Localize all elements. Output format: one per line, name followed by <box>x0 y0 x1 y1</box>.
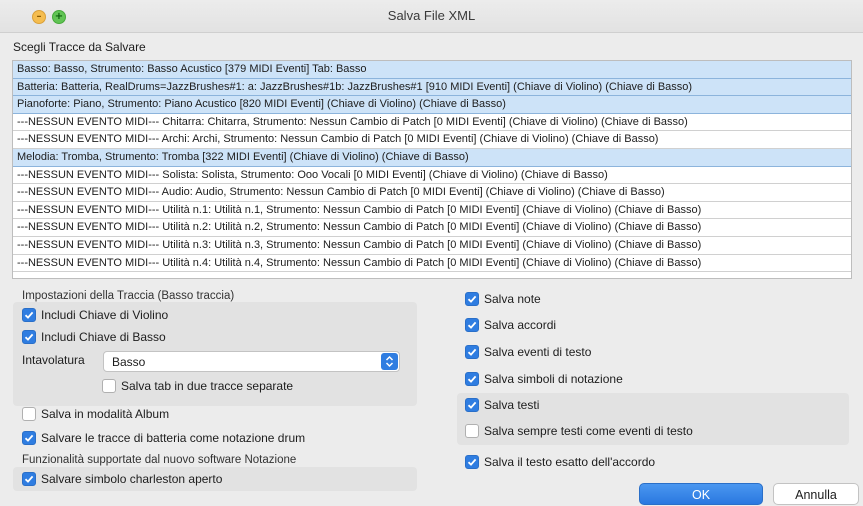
checkbox-checked-icon <box>465 318 479 332</box>
open-hihat-checkbox[interactable]: Salvare simbolo charleston aperto <box>22 470 222 488</box>
track-row[interactable]: ---NESSUN EVENTO MIDI--- Audio: Audio, S… <box>13 184 851 202</box>
open-hihat-label: Salvare simbolo charleston aperto <box>41 472 223 486</box>
save-text-events-label: Salva eventi di testo <box>484 345 592 359</box>
track-row[interactable]: Basso: Basso, Strumento: Basso Acustico … <box>13 61 851 79</box>
album-mode-label: Salva in modalità Album <box>41 407 170 421</box>
tracks-label: Scegli Tracce da Salvare <box>13 40 146 54</box>
tablature-select[interactable]: Basso <box>103 351 400 372</box>
save-notation-symbols-label: Salva simboli di notazione <box>484 372 623 386</box>
checkbox-unchecked-icon <box>465 424 479 438</box>
track-row[interactable]: Batteria: Batteria, RealDrums=JazzBrushe… <box>13 78 851 97</box>
checkbox-checked-icon <box>22 472 36 486</box>
notation-features-label: Funzionalità supportate dal nuovo softwa… <box>22 454 297 466</box>
tab-separate-label: Salva tab in due tracce separate <box>121 379 294 393</box>
checkbox-checked-icon <box>465 372 479 386</box>
checkbox-checked-icon <box>22 431 36 445</box>
track-row[interactable]: ---NESSUN EVENTO MIDI--- Utilità n.3: Ut… <box>13 237 851 255</box>
ok-button[interactable]: OK <box>639 483 763 505</box>
checkbox-unchecked-icon <box>102 379 116 393</box>
include-treble-label: Includi Chiave di Violino <box>41 308 169 322</box>
save-xml-dialog: – + Salva File XML Scegli Tracce da Salv… <box>0 0 863 505</box>
include-bass-checkbox[interactable]: Includi Chiave di Basso <box>22 328 166 346</box>
checkbox-checked-icon <box>465 292 479 306</box>
drum-notation-checkbox[interactable]: Salvare le tracce di batteria come notaz… <box>22 429 305 447</box>
title-bar: – + Salva File XML <box>0 0 863 33</box>
save-chords-label: Salva accordi <box>484 318 557 332</box>
exact-chord-text-label: Salva il testo esatto dell'accordo <box>484 455 656 469</box>
cancel-button[interactable]: Annulla <box>773 483 859 505</box>
save-notation-symbols-checkbox[interactable]: Salva simboli di notazione <box>465 370 623 388</box>
save-notes-checkbox[interactable]: Salva note <box>465 290 541 308</box>
track-row[interactable]: ---NESSUN EVENTO MIDI--- Solista: Solist… <box>13 167 851 185</box>
save-lyrics-checkbox[interactable]: Salva testi <box>465 396 539 414</box>
checkbox-checked-icon <box>465 345 479 359</box>
include-bass-label: Includi Chiave di Basso <box>41 330 166 344</box>
tablature-label: Intavolatura <box>22 353 85 367</box>
checkbox-checked-icon <box>22 308 36 322</box>
include-treble-checkbox[interactable]: Includi Chiave di Violino <box>22 306 168 324</box>
window-title: Salva File XML <box>387 8 476 23</box>
track-settings-title: Impostazioni della Traccia (Basso tracci… <box>22 290 235 302</box>
track-row[interactable]: Melodia: Tromba, Strumento: Tromba [322 … <box>13 148 851 167</box>
tab-separate-checkbox[interactable]: Salva tab in due tracce separate <box>102 377 293 395</box>
save-text-events-checkbox[interactable]: Salva eventi di testo <box>465 343 591 361</box>
track-row[interactable]: ---NESSUN EVENTO MIDI--- Utilità n.1: Ut… <box>13 202 851 220</box>
chevron-updown-icon <box>381 353 398 370</box>
save-chords-checkbox[interactable]: Salva accordi <box>465 316 556 334</box>
lyrics-as-text-checkbox[interactable]: Salva sempre testi come eventi di testo <box>465 422 693 440</box>
track-row[interactable]: ---NESSUN EVENTO MIDI--- Chitarra: Chita… <box>13 114 851 132</box>
save-notes-label: Salva note <box>484 292 541 306</box>
checkbox-unchecked-icon <box>22 407 36 421</box>
track-row[interactable]: ---NESSUN EVENTO MIDI--- Utilità n.2: Ut… <box>13 219 851 237</box>
exact-chord-text-checkbox[interactable]: Salva il testo esatto dell'accordo <box>465 453 655 471</box>
track-row[interactable]: ---NESSUN EVENTO MIDI--- Archi: Archi, S… <box>13 131 851 149</box>
track-row[interactable]: ---NESSUN EVENTO MIDI--- Utilità n.4: Ut… <box>13 255 851 273</box>
track-list[interactable]: Basso: Basso, Strumento: Basso Acustico … <box>12 60 852 279</box>
track-row[interactable]: Pianoforte: Piano, Strumento: Piano Acus… <box>13 96 851 114</box>
drum-notation-label: Salvare le tracce di batteria come notaz… <box>41 431 306 445</box>
checkbox-checked-icon <box>22 330 36 344</box>
tablature-value: Basso <box>112 355 146 369</box>
checkbox-checked-icon <box>465 455 479 469</box>
checkbox-checked-icon <box>465 398 479 412</box>
save-lyrics-label: Salva testi <box>484 398 540 412</box>
album-mode-checkbox[interactable]: Salva in modalità Album <box>22 405 169 423</box>
lyrics-as-text-label: Salva sempre testi come eventi di testo <box>484 424 693 438</box>
